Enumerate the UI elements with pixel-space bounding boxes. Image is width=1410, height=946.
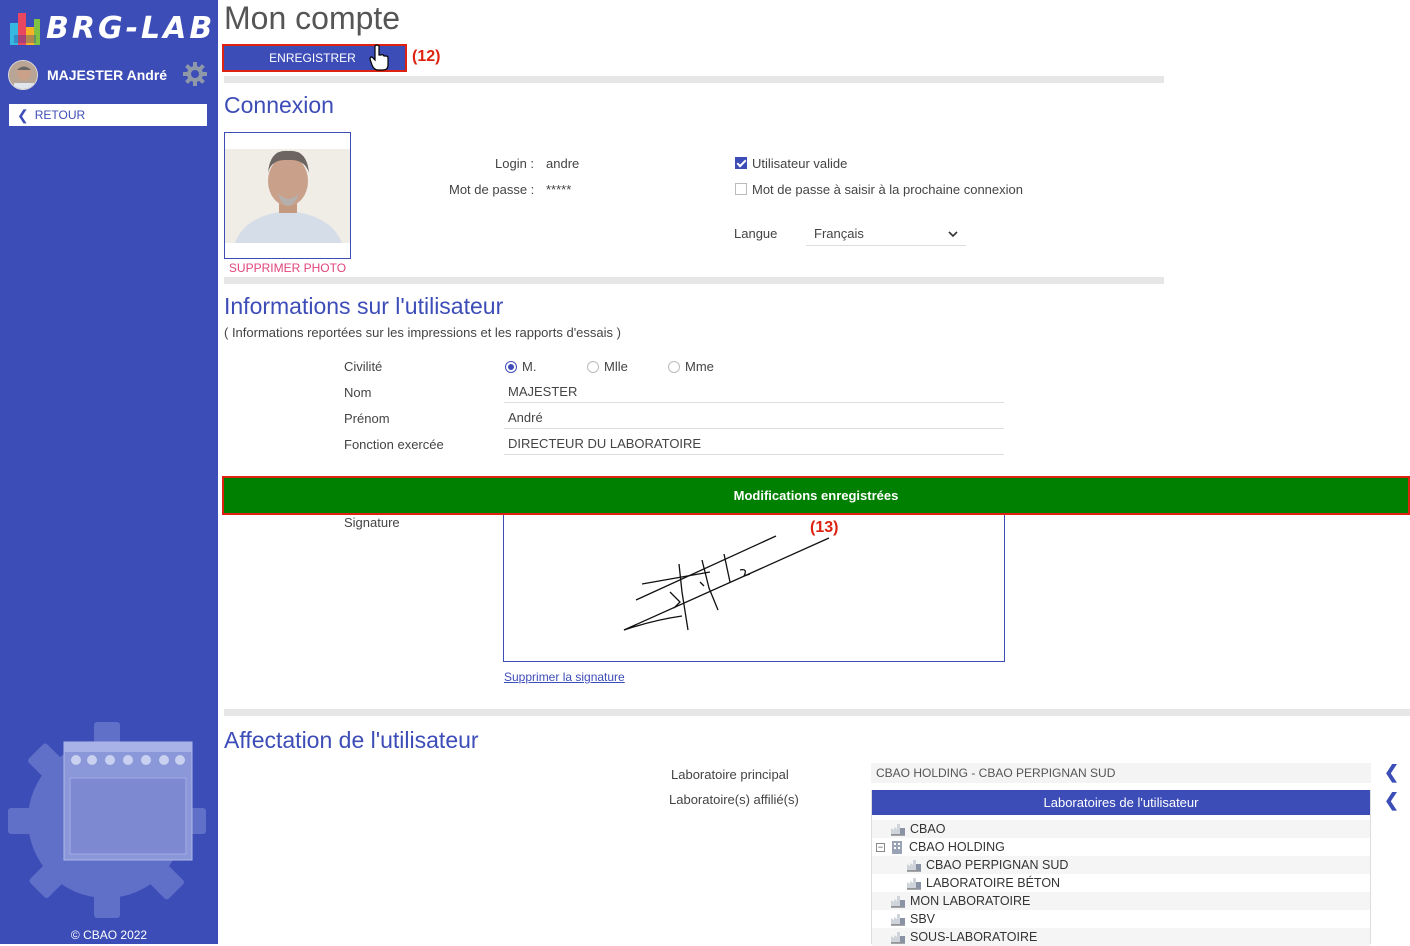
hand-cursor-icon — [369, 44, 389, 71]
tree-item-label: SBV — [910, 912, 936, 926]
collapse-icon[interactable]: − — [876, 842, 885, 852]
signature-label: Signature — [344, 515, 400, 530]
app-logo[interactable]: BRG-LAB — [8, 8, 215, 48]
password-label: Mot de passe : — [449, 182, 535, 197]
valid-user-checkbox[interactable] — [735, 157, 747, 169]
main-lab-label: Laboratoire principal — [671, 767, 789, 782]
nom-label: Nom — [344, 385, 372, 400]
tree-item-label: MON LABORATOIRE — [910, 894, 1031, 908]
language-label: Langue — [734, 226, 778, 241]
chevron-left-icon: ❮ — [17, 106, 29, 123]
language-select[interactable]: Français — [806, 222, 966, 246]
section-title-info: Informations sur l'utilisateur — [224, 293, 504, 319]
tree-item[interactable]: − CBAO HOLDING — [872, 838, 1370, 856]
gear-illustration — [8, 722, 206, 918]
civility-radio-mme[interactable] — [668, 361, 680, 373]
change-password-checkbox[interactable] — [735, 183, 747, 195]
prenom-field[interactable]: André — [504, 407, 1004, 429]
tree-item[interactable]: MON LABORATOIRE — [872, 892, 1370, 910]
password-value: ***** — [546, 182, 572, 197]
building-icon — [892, 841, 902, 854]
chevron-down-icon — [948, 230, 958, 237]
tree-item-label: LABORATOIRE BÉTON — [926, 876, 1061, 890]
signature-drawing — [623, 535, 830, 631]
section-title-affectation: Affectation de l'utilisateur — [224, 727, 479, 753]
affiliated-labs-label: Laboratoire(s) affilié(s) — [669, 792, 799, 807]
divider — [224, 76, 1164, 83]
tree-item-label: SOUS-LABORATOIRE — [910, 930, 1038, 944]
divider — [224, 277, 1164, 284]
tree-item-label: CBAO PERPIGNAN SUD — [926, 858, 1069, 872]
laboratory-icon — [907, 878, 921, 890]
civility-radio-m[interactable] — [505, 361, 517, 373]
back-button[interactable]: ❮ RETOUR — [9, 104, 207, 126]
labs-tree-header: Laboratoires de l'utilisateur — [872, 790, 1370, 815]
main-content: Mon compte ENREGISTRER (12) Connexion SU… — [218, 0, 1410, 946]
tree-item[interactable]: SBV — [872, 910, 1370, 928]
tree-item-label: CBAO — [910, 822, 946, 836]
laboratory-icon — [891, 824, 905, 836]
fonction-label: Fonction exercée — [344, 437, 444, 452]
delete-photo-link[interactable]: SUPPRIMER PHOTO — [224, 261, 351, 275]
sidebar: BRG-LAB MAJESTER André ❮ RETOUR © CBAO 2… — [0, 0, 218, 944]
tree-item[interactable]: SOUS-LABORATOIRE — [872, 928, 1370, 946]
delete-signature-link[interactable]: Supprimer la signature — [504, 670, 625, 684]
civility-radio-mlle[interactable] — [587, 361, 599, 373]
prenom-label: Prénom — [344, 411, 390, 426]
back-button-label: RETOUR — [34, 108, 86, 122]
laboratory-icon — [907, 860, 921, 872]
success-banner: Modifications enregistrées — [222, 476, 1410, 515]
civility-option-mlle: Mlle — [604, 359, 628, 374]
logo-icon — [10, 13, 40, 45]
section-title-connexion: Connexion — [224, 92, 334, 118]
gear-icon[interactable] — [182, 61, 208, 87]
tree-item-label: CBAO HOLDING — [909, 840, 1005, 854]
main-lab-field[interactable]: CBAO HOLDING - CBAO PERPIGNAN SUD — [871, 763, 1371, 783]
logo-text: BRG-LAB — [46, 10, 216, 46]
civility-option-mme: Mme — [685, 359, 714, 374]
chevron-left-icon[interactable]: ❮ — [1384, 762, 1399, 783]
annotation-12: (12) — [412, 48, 441, 65]
signature-pad[interactable] — [503, 512, 1005, 662]
laboratory-icon — [891, 896, 905, 908]
language-value: Français — [814, 226, 864, 241]
valid-user-label: Utilisateur valide — [752, 156, 848, 171]
annotation-13: (13) — [810, 519, 839, 536]
login-value: andre — [546, 156, 580, 171]
section-subtitle-info: ( Informations reportées sur les impress… — [224, 325, 621, 340]
tree-item[interactable]: CBAO PERPIGNAN SUD — [872, 856, 1370, 874]
chevron-left-icon[interactable]: ❮ — [1384, 790, 1399, 811]
login-label: Login : — [495, 156, 535, 171]
divider — [224, 709, 1410, 716]
laboratory-icon — [891, 932, 905, 944]
tree-item[interactable]: CBAO — [872, 820, 1370, 838]
civility-option-m: M. — [522, 359, 537, 374]
nom-field[interactable]: MAJESTER — [504, 381, 1004, 403]
civility-label: Civilité — [344, 359, 383, 374]
tree-item[interactable]: LABORATOIRE BÉTON — [872, 874, 1370, 892]
copyright: © CBAO 2022 — [70, 928, 148, 942]
user-info: MAJESTER André — [8, 60, 208, 90]
labs-tree: Laboratoires de l'utilisateur CBAO − CBA… — [871, 790, 1371, 946]
page-title: Mon compte — [224, 0, 401, 36]
change-password-label: Mot de passe à saisir à la prochaine con… — [752, 182, 1023, 197]
laboratory-icon — [891, 914, 905, 926]
user-name: MAJESTER André — [47, 67, 168, 83]
fonction-field[interactable]: DIRECTEUR DU LABORATOIRE — [504, 433, 1004, 455]
user-photo[interactable] — [224, 132, 351, 259]
avatar[interactable] — [8, 60, 38, 90]
